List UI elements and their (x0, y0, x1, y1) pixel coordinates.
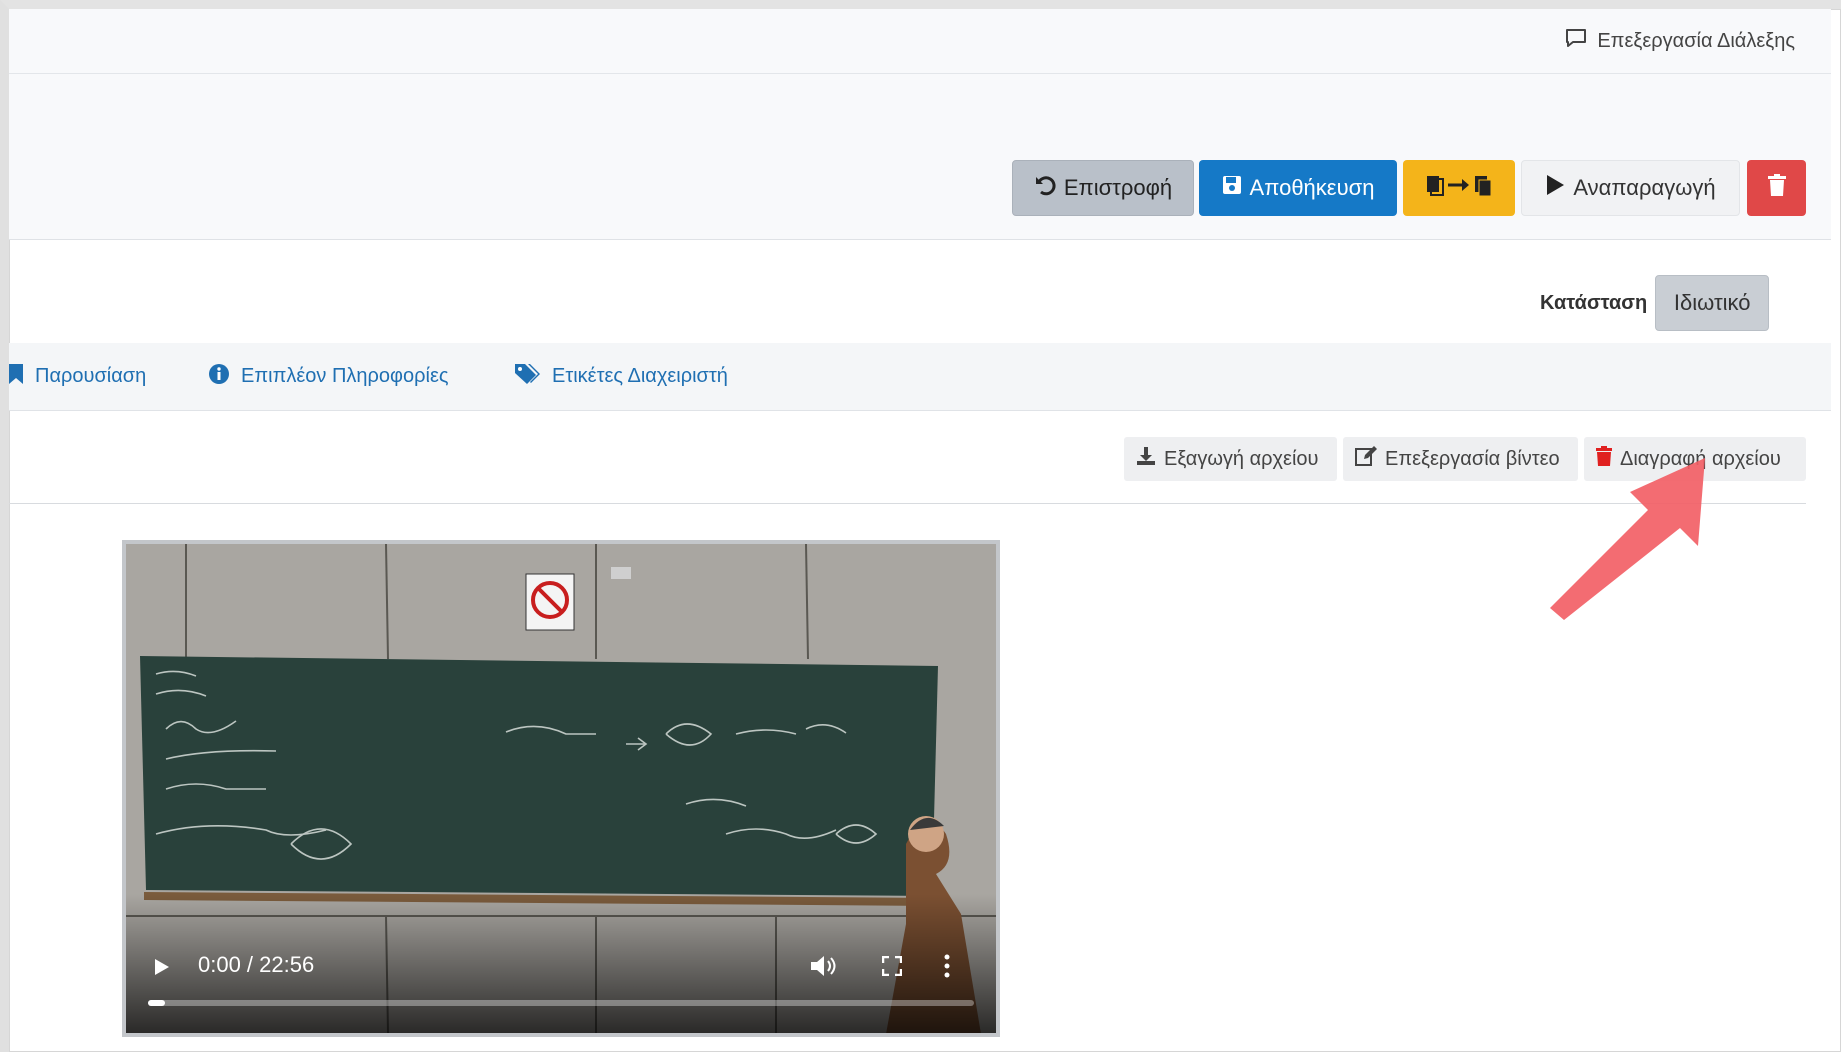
copy-button[interactable] (1403, 160, 1515, 216)
save-button[interactable]: Αποθήκευση (1199, 160, 1397, 216)
bookmark-icon (9, 363, 23, 390)
fullscreen-icon[interactable] (882, 956, 902, 976)
video-time: 0:00 / 22:56 (198, 952, 315, 977)
export-file-label: Εξαγωγή αρχείου (1164, 447, 1319, 470)
tags-icon (514, 363, 540, 391)
back-button[interactable]: Επιστροφή (1012, 160, 1194, 216)
delete-lecture-button[interactable] (1747, 160, 1806, 216)
edit-icon (1355, 446, 1377, 472)
play-label: Αναπαραγωγή (1573, 175, 1716, 200)
play-icon (1545, 174, 1565, 202)
annotation-arrow-icon (1550, 458, 1705, 620)
export-file-button[interactable]: Εξαγωγή αρχείου (1124, 437, 1337, 481)
trash-icon (1767, 174, 1786, 202)
back-label: Επιστροφή (1063, 175, 1173, 200)
tab-admin-tags-label: Ετικέτες Διαχειριστή (552, 365, 728, 387)
video-player[interactable]: 0:00 / 22:56 (122, 540, 1000, 1037)
info-icon (209, 363, 229, 390)
save-icon (1222, 175, 1242, 201)
undo-icon (1034, 174, 1056, 202)
comment-icon (1565, 28, 1587, 54)
tab-more-info[interactable]: Επιπλέον Πληροφορίες (209, 343, 449, 410)
tab-more-info-label: Επιπλέον Πληροφορίες (241, 365, 449, 387)
status-toggle[interactable]: Ιδιωτικό (1655, 275, 1770, 331)
video-progress-track[interactable] (148, 1000, 974, 1006)
edit-lecture-link[interactable]: Επεξεργασία Διάλεξης (1565, 9, 1795, 73)
save-label: Αποθήκευση (1249, 175, 1375, 200)
more-options-icon[interactable] (944, 954, 950, 978)
tab-presentation[interactable]: Παρουσίαση (9, 343, 146, 410)
top-header: Επεξεργασία Διάλεξης (9, 9, 1831, 74)
video-progress-fill (148, 1000, 165, 1006)
play-icon[interactable] (154, 958, 170, 976)
volume-icon[interactable] (810, 954, 836, 978)
download-icon (1136, 446, 1156, 472)
status-group: Κατάσταση Ιδιωτικό (1540, 275, 1770, 331)
play-button[interactable]: Αναπαραγωγή (1521, 160, 1740, 216)
tab-presentation-label: Παρουσίαση (35, 365, 147, 387)
edit-lecture-label: Επεξεργασία Διάλεξης (1597, 29, 1795, 52)
status-label: Κατάσταση (1540, 291, 1648, 314)
tab-admin-tags[interactable]: Ετικέτες Διαχειριστή (514, 343, 728, 410)
tab-bar: Παρουσίαση Επιπλέον Πληροφορίες Ετικέτες… (9, 343, 1831, 411)
copy-to-icon (1425, 173, 1493, 203)
